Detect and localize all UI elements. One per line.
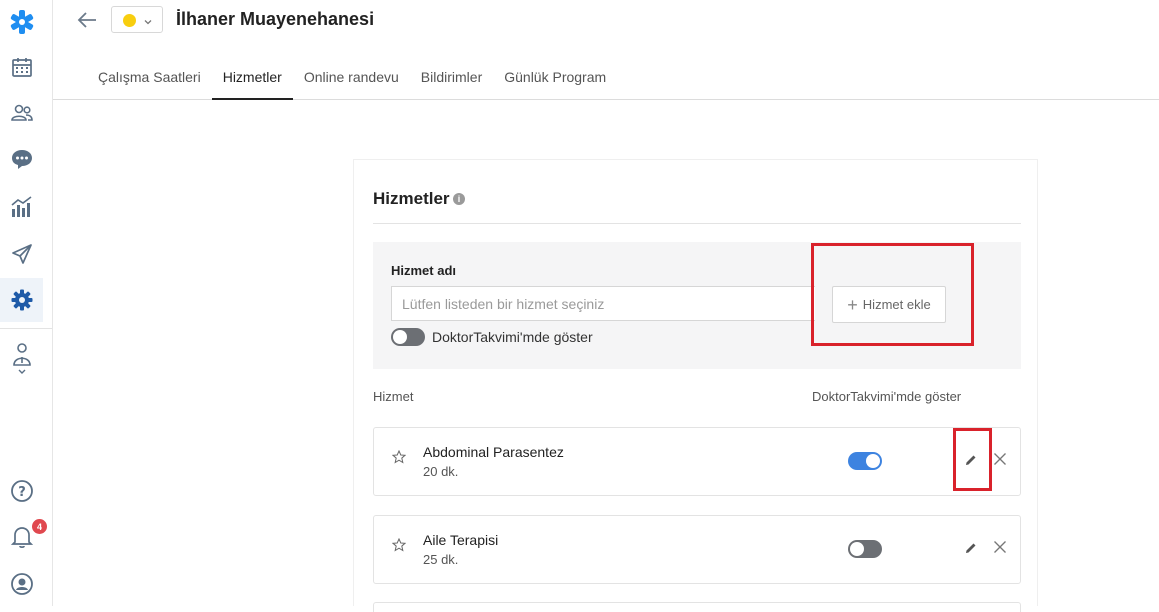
service-row: Abdominal Parasentez 20 dk.: [373, 427, 1021, 496]
chevron-down-icon: [143, 14, 153, 32]
tab-bar: Çalışma Saatleri Hizmetler Online randev…: [87, 60, 617, 100]
service-search-input[interactable]: [391, 286, 815, 321]
service-name: Aile Terapisi: [423, 532, 499, 548]
toggle-knob: [393, 330, 407, 344]
service-row-partial: [373, 602, 1021, 612]
star-icon[interactable]: [391, 449, 407, 469]
status-select[interactable]: [111, 6, 163, 33]
users-icon[interactable]: [0, 91, 43, 135]
column-header-service: Hizmet: [373, 389, 414, 404]
service-duration: 25 dk.: [423, 552, 459, 567]
tab-services[interactable]: Hizmetler: [211, 60, 293, 100]
chat-icon[interactable]: [0, 137, 43, 181]
add-service-label: Hizmet ekle: [862, 297, 931, 312]
toggle-knob: [850, 542, 864, 556]
services-card: Hizmetler i Hizmet adı + Hizmet ekle Dok…: [353, 159, 1038, 612]
edit-icon[interactable]: [964, 453, 978, 472]
service-duration: 20 dk.: [423, 464, 459, 479]
profile-icon[interactable]: [0, 562, 43, 606]
sidebar: ? 4: [0, 0, 53, 606]
show-on-profile-label: DoktorTakvimi'mde göster: [432, 329, 593, 345]
sidebar-divider: [0, 328, 52, 329]
close-icon[interactable]: [993, 452, 1007, 471]
tab-online-appointment[interactable]: Online randevu: [293, 60, 410, 100]
services-title: Hizmetler: [373, 189, 450, 208]
service-visibility-toggle[interactable]: [848, 540, 882, 558]
add-service-button[interactable]: + Hizmet ekle: [832, 286, 946, 323]
doctor-icon[interactable]: [0, 338, 43, 378]
stats-icon[interactable]: [0, 185, 43, 229]
star-icon[interactable]: [391, 537, 407, 557]
column-header-show: DoktorTakvimi'mde göster: [812, 389, 962, 404]
svg-text:?: ?: [18, 485, 26, 500]
show-on-profile-toggle[interactable]: [391, 328, 425, 346]
service-visibility-toggle[interactable]: [848, 452, 882, 470]
tab-daily-program[interactable]: Günlük Program: [493, 60, 617, 100]
calendar-icon[interactable]: [0, 45, 43, 89]
gear-icon[interactable]: [0, 278, 43, 322]
notification-badge: 4: [32, 519, 47, 534]
add-service-panel: Hizmet adı + Hizmet ekle DoktorTakvimi'm…: [373, 242, 1021, 369]
back-arrow-icon[interactable]: [75, 8, 99, 32]
clinic-title: İlhaner Muayenehanesi: [176, 9, 375, 29]
toggle-knob: [866, 454, 880, 468]
close-icon[interactable]: [993, 540, 1007, 559]
plus-icon: +: [847, 294, 858, 315]
title-divider: [373, 223, 1021, 224]
help-icon[interactable]: ?: [0, 469, 43, 513]
page-header: İlhaner Muayenehanesi Çalışma Saatleri H…: [53, 0, 1159, 100]
tab-notifications[interactable]: Bildirimler: [410, 60, 493, 100]
send-icon[interactable]: [0, 232, 43, 276]
edit-icon[interactable]: [964, 541, 978, 560]
tab-working-hours[interactable]: Çalışma Saatleri: [87, 60, 212, 100]
info-icon[interactable]: i: [453, 193, 465, 205]
logo-icon[interactable]: [0, 0, 43, 44]
service-name-label: Hizmet adı: [391, 263, 457, 278]
status-dot: [123, 14, 136, 27]
service-row: Aile Terapisi 25 dk.: [373, 515, 1021, 584]
service-name: Abdominal Parasentez: [423, 444, 564, 460]
